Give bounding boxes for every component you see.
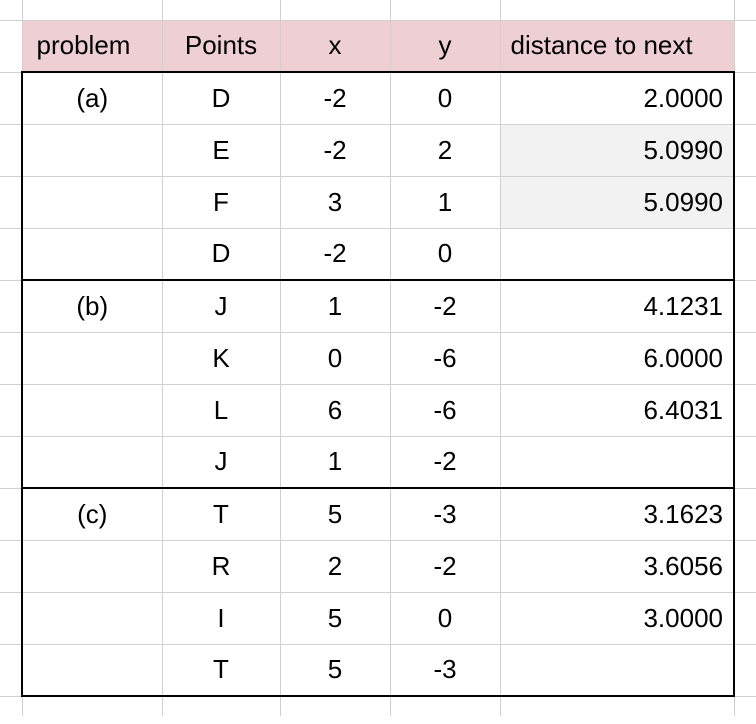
cell-distance: 2.0000 [500, 72, 734, 124]
cell-distance: 6.0000 [500, 332, 734, 384]
table-row: E -2 2 5.0990 [0, 124, 756, 176]
cell-y: -2 [390, 436, 500, 488]
cell-distance [500, 436, 734, 488]
cell-point: J [162, 280, 280, 332]
table-row: (c) T 5 -3 3.1623 [0, 488, 756, 540]
cell-point: E [162, 124, 280, 176]
cell-y: -6 [390, 384, 500, 436]
table-row: I 5 0 3.0000 [0, 592, 756, 644]
cell-y: -3 [390, 644, 500, 696]
cell-y: -6 [390, 332, 500, 384]
cell-x: 3 [280, 176, 390, 228]
cell-problem [22, 228, 162, 280]
table-row: L 6 -6 6.4031 [0, 384, 756, 436]
cell-point: D [162, 228, 280, 280]
cell-problem [22, 332, 162, 384]
cell-distance: 3.6056 [500, 540, 734, 592]
cell-distance: 3.1623 [500, 488, 734, 540]
grid-row-bottom [0, 696, 756, 716]
table-row: (b) J 1 -2 4.1231 [0, 280, 756, 332]
cell-problem: (a) [22, 72, 162, 124]
cell-x: -2 [280, 124, 390, 176]
cell-problem [22, 540, 162, 592]
cell-y: -2 [390, 540, 500, 592]
cell-y: -3 [390, 488, 500, 540]
cell-point: D [162, 72, 280, 124]
table-row: D -2 0 [0, 228, 756, 280]
header-distance: distance to next [500, 20, 734, 72]
table-row: (a) D -2 0 2.0000 [0, 72, 756, 124]
header-problem: problem [22, 20, 162, 72]
table-row: R 2 -2 3.6056 [0, 540, 756, 592]
cell-distance [500, 228, 734, 280]
cell-problem [22, 384, 162, 436]
header-y: y [390, 20, 500, 72]
cell-problem [22, 436, 162, 488]
cell-point: K [162, 332, 280, 384]
cell-distance [500, 644, 734, 696]
cell-point: J [162, 436, 280, 488]
cell-y: 2 [390, 124, 500, 176]
cell-y: 0 [390, 72, 500, 124]
data-table: problem Points x y distance to next (a) … [0, 0, 756, 716]
cell-problem [22, 644, 162, 696]
cell-distance: 5.0990 [500, 124, 734, 176]
cell-problem: (b) [22, 280, 162, 332]
cell-x: 5 [280, 644, 390, 696]
table-row: J 1 -2 [0, 436, 756, 488]
cell-x: 2 [280, 540, 390, 592]
cell-point: L [162, 384, 280, 436]
cell-distance: 4.1231 [500, 280, 734, 332]
table-row: K 0 -6 6.0000 [0, 332, 756, 384]
cell-problem [22, 124, 162, 176]
cell-x: 1 [280, 436, 390, 488]
cell-x: 5 [280, 592, 390, 644]
cell-point: T [162, 488, 280, 540]
cell-x: -2 [280, 228, 390, 280]
cell-x: 0 [280, 332, 390, 384]
cell-x: -2 [280, 72, 390, 124]
header-x: x [280, 20, 390, 72]
cell-point: I [162, 592, 280, 644]
cell-x: 6 [280, 384, 390, 436]
header-points: Points [162, 20, 280, 72]
table-row: T 5 -3 [0, 644, 756, 696]
cell-problem [22, 176, 162, 228]
cell-distance: 3.0000 [500, 592, 734, 644]
cell-point: F [162, 176, 280, 228]
cell-distance: 6.4031 [500, 384, 734, 436]
cell-x: 5 [280, 488, 390, 540]
cell-distance: 5.0990 [500, 176, 734, 228]
cell-y: -2 [390, 280, 500, 332]
cell-y: 1 [390, 176, 500, 228]
spreadsheet-view: problem Points x y distance to next (a) … [0, 0, 756, 724]
cell-point: R [162, 540, 280, 592]
cell-x: 1 [280, 280, 390, 332]
cell-y: 0 [390, 592, 500, 644]
cell-problem: (c) [22, 488, 162, 540]
cell-y: 0 [390, 228, 500, 280]
cell-point: T [162, 644, 280, 696]
grid-row-top [0, 0, 756, 20]
table-row: F 3 1 5.0990 [0, 176, 756, 228]
cell-problem [22, 592, 162, 644]
header-row: problem Points x y distance to next [0, 20, 756, 72]
